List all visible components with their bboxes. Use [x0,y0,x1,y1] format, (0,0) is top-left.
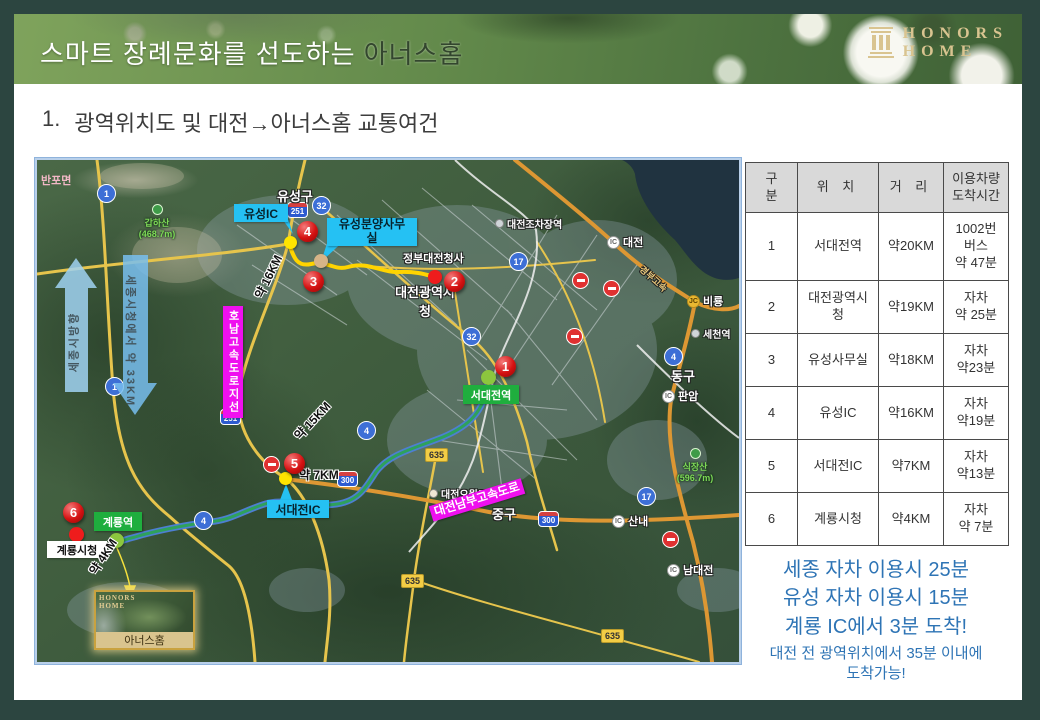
no-entry-icon [263,456,280,473]
table-header-no: 구 분 [745,162,798,213]
logo-text-bottom: HOME [902,42,978,60]
callout-gyeryong-station: 계룡역 [94,512,142,531]
region-jung: 중구 [492,507,516,522]
mountain-icon [151,204,163,215]
expressway-shield-300: 300 [538,511,559,527]
yellow-dot-yuseong-ic [284,236,297,249]
slide-title-text: 광역위치도 및 대전→아너스홈 교통여건 [74,111,439,136]
table-header-place: 위 치 [797,162,879,213]
presentation-slide: 스마트 장례문화를 선도하는 아너스홈 HONORS HOME 1. 광역위치도… [0,0,1040,720]
callout-yuseong-office: 유성분양사무 실 [327,217,417,246]
ic-sannae: IC 산내 [612,513,648,529]
station-sechon: 세천역 [691,326,731,341]
region-banpo: 반포면 [41,175,72,187]
slide-title: 1. 광역위치도 및 대전→아너스홈 교통여건 [42,106,439,138]
banner-title: 스마트 장례문화를 선도하는 아너스홈 [40,34,463,71]
jc-icon: JC [687,294,700,308]
ic-icon: IC [607,235,620,249]
inset-logo: HONORS HOME [99,594,136,611]
callout-seodaejeon-ic: 서대전IC [267,500,329,518]
table-row: 4 유성IC 약16KM 자차 약19분 [745,386,1009,440]
route-shield-1: 1 [97,184,116,203]
mountain-gapha: 갑하산 (468.7m) [125,204,189,239]
table-row: 3 유성사무실 약18KM 자차 약23분 [745,333,1009,387]
ic-daejeon: IC 대전 [607,234,643,250]
green-dot-seodaejeon-station [481,370,496,385]
summary-line-yuseong: 유성 자차 이용시 15분 [782,587,970,610]
ic-icon: IC [667,563,680,577]
jc-biryong: JC 비룡 [687,293,723,309]
route-shield-17: 17 [637,487,656,506]
route-shield-4: 4 [357,421,376,440]
arrow-up-icon [55,258,97,288]
table-row: 5 서대전IC 약7KM 자차 약13분 [745,439,1009,493]
callout-seodaejeon-station: 서대전역 [463,385,519,404]
summary-line-sejong: 세종 자차 이용시 25분 [782,559,970,581]
region-yuseong: 유성구 [277,189,313,204]
banner-title-main: 스마트 장례문화를 선도하는 [40,39,364,69]
travel-time-summary: 세종 자차 이용시 25분 유성 자차 이용시 15분 계룡 IC에서 3분 도… [730,556,1022,684]
table-row: 1 서대전역 약20KM 1002번 버스 약 47분 [745,212,1009,281]
map-marker-2: 2 [444,271,465,292]
yellow-dot-seodaejeon-ic [279,472,292,485]
summary-line-daejeon: 대전 전 광역위치에서 35분 이내에 도착가능! [769,645,983,682]
sejong-distance-arrow: 세종시청에서 약 33KM [113,255,157,415]
ic-namdaejeon: IC 남대전 [667,562,713,578]
inset-caption: 아너스홈 [96,632,193,648]
label-honam-expressway: 호남고속도로지선 [223,306,243,418]
route-shield-17: 17 [509,252,528,271]
map-marker-6: 6 [63,502,84,523]
mountain-icon [689,448,701,459]
ic-icon: IC [662,389,675,403]
summary-line-gyeryong: 계룡 IC에서 3분 도착! [784,615,968,638]
table-row: 2 대전광역시 청 약19KM 자차 약 25분 [745,280,1009,334]
ic-panam: IC 판암 [662,388,698,404]
no-entry-icon [572,272,589,289]
route-shield-32: 32 [462,327,481,346]
route-shield-32: 32 [312,196,331,215]
station-jochajang: 대전조차장역 [495,216,562,231]
ic-icon: IC [612,514,625,528]
station-icon [495,219,504,228]
region-dong: 동구 [671,369,695,384]
honors-home-inset: HONORS HOME 아너스홈 [94,590,195,650]
red-dot-gyeryong-cityhall [69,527,84,542]
traffic-info-table: 구 분 위 치 거 리 이용차량 도착시간 1 서대전역 약20KM 1002번… [745,162,1009,546]
callout-yuseong-ic: 유성IC [234,204,288,222]
table-header-distance: 거 리 [878,162,944,213]
honors-home-logo: HONORS HOME [867,25,1008,60]
route-shield-4: 4 [664,347,683,366]
tan-dot-office [314,254,328,268]
slide-content: 스마트 장례문화를 선도하는 아너스홈 HONORS HOME 1. 광역위치도… [14,14,1022,700]
slide-title-number: 1. [42,106,61,131]
label-government-complex: 정부대전청사 [403,253,464,265]
map-marker-5: 5 [284,453,305,474]
red-dot-daejeon-cityhall [428,270,442,284]
logo-text-top: HONORS [902,25,1008,42]
route-shield-4: 4 [194,511,213,530]
banner-title-accent: 아너스홈 [363,39,464,69]
mountain-sikjang: 식장산 (596.7m) [663,448,727,483]
table-header-time: 이용차량 도착시간 [943,162,1009,213]
place-icon [429,489,438,498]
no-entry-icon [662,531,679,548]
map-marker-4: 4 [297,221,318,242]
map-marker-3: 3 [303,271,324,292]
logo-text: HONORS HOME [903,25,1008,60]
column-logo-icon [867,26,894,58]
map-marker-1: 1 [495,356,516,377]
route-shield-635: 635 [601,629,625,643]
distance-7km: 약 7KM [299,468,339,482]
header-banner: 스마트 장례문화를 선도하는 아너스홈 HONORS HOME [14,14,1022,84]
expressway-shield-300: 300 [337,471,358,487]
route-shield-635: 635 [425,448,449,462]
no-entry-icon [603,280,620,297]
route-shield-635: 635 [401,574,425,588]
station-icon [691,329,700,338]
no-entry-icon [566,328,583,345]
table-row: 6 계룡시청 약4KM 자차 약 7분 [745,492,1009,546]
sejong-direction-arrow: 세종시방향 [55,258,97,392]
satellite-map: 반포면 유성구 동구 중구 정부대전청사 대전광역시 청 경부고속 대전조차장역… [35,158,741,664]
